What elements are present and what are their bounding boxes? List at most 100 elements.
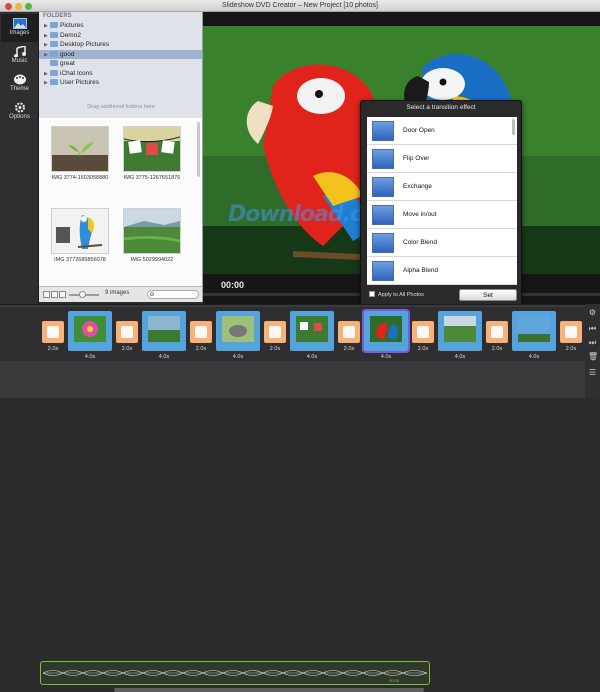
- slide-duration: 4.0s: [380, 354, 392, 360]
- slide-tile[interactable]: 4.0s: [142, 311, 186, 360]
- folders-header: FOLDERS: [43, 13, 72, 19]
- thumbnail-caption: IMG 3772689856078: [54, 257, 106, 263]
- browser-scrollbar[interactable]: [197, 122, 200, 177]
- apply-to-all-checkbox[interactable]: Apply to All Photos: [369, 291, 424, 298]
- transition-list-scrollbar[interactable]: [512, 119, 515, 135]
- folder-item-ichat-icons[interactable]: ▶ iChat Icons: [39, 69, 202, 79]
- set-button[interactable]: Set: [459, 289, 517, 301]
- transition-item-exchange[interactable]: Exchange: [367, 173, 517, 201]
- folder-item-demo2[interactable]: ▶ Demo2: [39, 31, 202, 41]
- audio-track[interactable]: 00:00: [40, 661, 430, 685]
- transition-item-alpha-blend[interactable]: Alpha Blend: [367, 257, 517, 285]
- audio-time: 00:00: [388, 678, 399, 683]
- trash-icon[interactable]: 🗑: [588, 352, 598, 361]
- skip-forward-icon[interactable]: ⏭: [588, 338, 597, 347]
- folder-label: Desktop Pictures: [60, 41, 110, 48]
- transition-item-move-in-out[interactable]: Move in/out: [367, 201, 517, 229]
- thumbnail-image: [123, 209, 181, 253]
- timeline-toolbar: ⚙ ⏮ ⏭ 🗑 ☰: [585, 304, 600, 398]
- zoom-window-button[interactable]: [25, 3, 32, 10]
- transition-duration: 2.0s: [417, 346, 429, 352]
- tool-theme[interactable]: Theme: [1, 70, 38, 98]
- tool-options[interactable]: Options: [1, 98, 38, 126]
- grid-view-icon[interactable]: [43, 291, 50, 298]
- thumbnail-field[interactable]: [123, 208, 181, 254]
- browser-status-bar: 9 images: [39, 286, 203, 302]
- transition-item-flip-over[interactable]: Flip Over: [367, 145, 517, 173]
- transition-duration: 2.0s: [121, 346, 133, 352]
- slider-knob[interactable]: [79, 291, 86, 298]
- transition-label: Flip Over: [403, 155, 430, 162]
- folder-item-user-pictures[interactable]: ▶ User Pictures: [39, 78, 202, 88]
- transition-tile[interactable]: 2.0s: [190, 321, 212, 352]
- folder-item-great[interactable]: great: [39, 59, 202, 69]
- transition-tile[interactable]: 2.0s: [412, 321, 434, 352]
- tool-music[interactable]: Music: [1, 42, 38, 70]
- transition-tile[interactable]: 2.0s: [560, 321, 582, 352]
- transition-icon: [269, 326, 281, 338]
- transition-duration: 2.0s: [269, 346, 281, 352]
- slide-image: [518, 316, 550, 342]
- slide-image: [74, 316, 106, 342]
- window-title: Slideshow DVD Creator – New Project [10 …: [221, 2, 379, 9]
- transition-tile[interactable]: 2.0s: [116, 321, 138, 352]
- folder-icon: [50, 50, 58, 57]
- slide-duration: 4.0s: [454, 354, 466, 360]
- slide-duration: 4.0s: [232, 354, 244, 360]
- settings-icon[interactable]: ⚙: [588, 308, 597, 317]
- thumbnail-macaw[interactable]: [51, 208, 109, 254]
- thumbnail-size-slider[interactable]: [69, 291, 99, 298]
- transition-duration: 2.0s: [343, 346, 355, 352]
- close-window-button[interactable]: [5, 3, 12, 10]
- folder-item-good[interactable]: ▶ good: [39, 49, 202, 59]
- timeline: 2.0s 4.0s 2.0s 4.0s 2.0s 4.0s 2.0s 4.0s 2.0s 4.0s…: [0, 304, 600, 692]
- folder-label: iChat Icons: [60, 69, 93, 77]
- thumbnail-caption: IMG 3775-1267651876: [123, 175, 181, 181]
- image-icon: [12, 18, 27, 29]
- thumbnail-sprout[interactable]: [51, 126, 109, 172]
- transition-item-color-blend[interactable]: Color Blend: [367, 229, 517, 257]
- left-toolbar: Images Music Theme Options: [0, 12, 39, 304]
- detail-view-icon[interactable]: [59, 291, 66, 298]
- transition-label: Alpha Blend: [403, 267, 439, 274]
- transition-icon: [417, 326, 429, 338]
- image-count: 9 images: [105, 290, 130, 296]
- folder-label: Pictures: [60, 22, 84, 29]
- checkbox-icon[interactable]: [369, 291, 375, 297]
- slide-duration: 4.0s: [528, 354, 540, 360]
- search-field[interactable]: [147, 290, 199, 299]
- folder-item-desktop-pictures[interactable]: ▶ Desktop Pictures: [39, 40, 202, 50]
- transition-label: Door Open: [403, 127, 435, 134]
- slide-tile[interactable]: 4.0s: [362, 309, 410, 360]
- folders-panel: FOLDERS ▶ Pictures ▶ Demo2 ▶ Desktop Pictur…: [39, 12, 203, 118]
- thumbnail-caption: IMG 3774-1603058880: [51, 175, 109, 181]
- transition-label: Move in/out: [403, 211, 437, 218]
- slide-tile[interactable]: 4.0s: [512, 311, 556, 360]
- minimize-window-button[interactable]: [15, 3, 22, 10]
- folder-label: User Pictures: [60, 79, 100, 86]
- slide-tile[interactable]: 4.0s: [68, 311, 112, 360]
- thumbnail-image: [123, 127, 181, 171]
- thumbnail-notes[interactable]: [123, 126, 181, 172]
- transition-icon: [565, 326, 577, 338]
- transition-duration: 2.0s: [195, 346, 207, 352]
- folder-item-pictures[interactable]: ▶ Pictures: [39, 21, 202, 31]
- tool-theme-label: Theme: [10, 86, 29, 92]
- slide-image: [296, 316, 328, 342]
- transition-tile[interactable]: 2.0s: [486, 321, 508, 352]
- drag-folders-hint: Drag additional folders here: [87, 104, 155, 110]
- folder-label: Demo2: [60, 31, 81, 39]
- slide-tile[interactable]: 4.0s: [438, 311, 482, 360]
- skip-back-icon[interactable]: ⏮: [588, 324, 597, 333]
- timeline-scrollbar[interactable]: [114, 688, 424, 692]
- transition-tile[interactable]: 2.0s: [42, 321, 64, 352]
- transition-tile[interactable]: 2.0s: [338, 321, 360, 352]
- transition-tile[interactable]: 2.0s: [264, 321, 286, 352]
- list-view-icon[interactable]: [51, 291, 58, 298]
- slide-strip: 2.0s 4.0s 2.0s 4.0s 2.0s 4.0s 2.0s 4.0s 2.0s 4.0s…: [0, 307, 585, 361]
- transition-item-door-open[interactable]: Door Open: [367, 117, 517, 145]
- slide-tile[interactable]: 4.0s: [216, 311, 260, 360]
- slide-tile[interactable]: 4.0s: [290, 311, 334, 360]
- list-icon[interactable]: ☰: [588, 368, 597, 377]
- tool-images[interactable]: Images: [1, 14, 38, 42]
